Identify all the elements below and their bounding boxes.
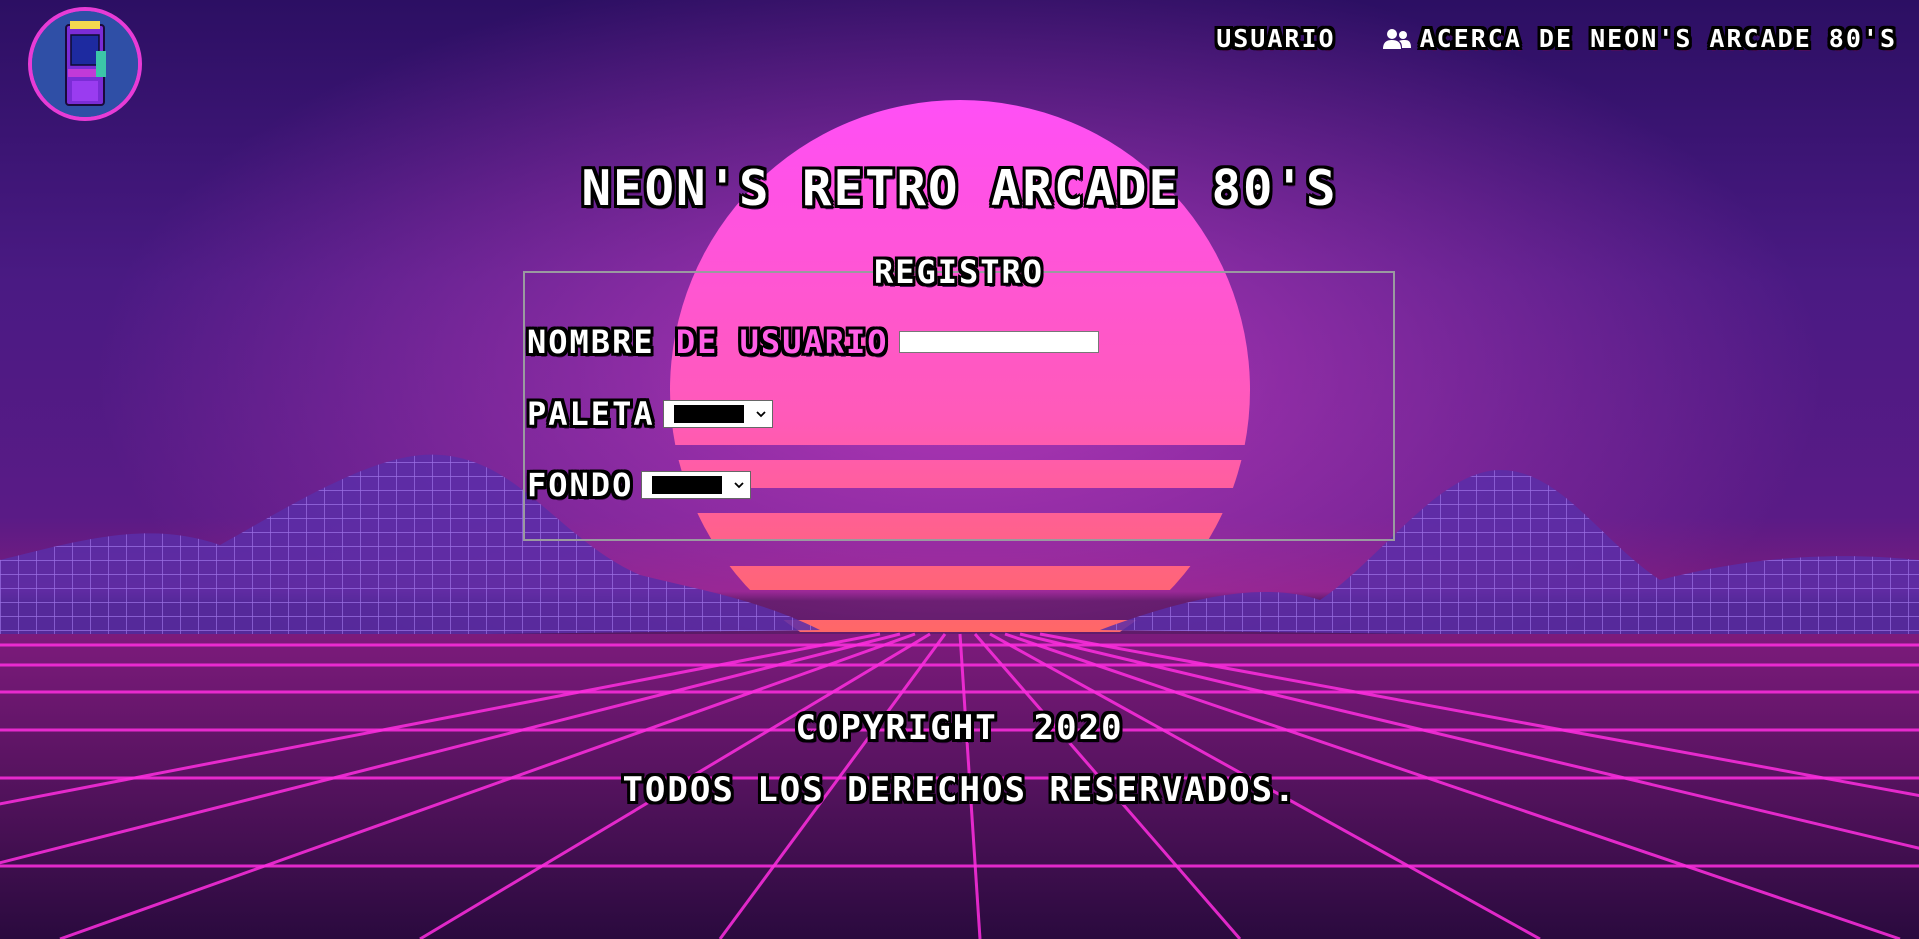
registration-form: REGISTRO NOMBRE DE USUARIO PALETA FONDO [523,253,1395,541]
nav-user-link[interactable]: USUARIO [1216,24,1335,53]
chevron-down-icon [755,411,766,418]
username-row: NOMBRE DE USUARIO [527,323,1099,361]
nav-user-label: USUARIO [1216,24,1336,53]
background-label: FONDO [527,466,634,504]
palette-label: PALETA [527,395,655,433]
legend-text: REGISTRO [873,253,1045,291]
page-title: NEON'S RETRO ARCADE 80'S [581,160,1338,217]
background-row: FONDO [527,466,752,504]
footer-copyright: COPYRIGHT 2020 [0,708,1919,748]
username-label-part1: NOMBRE [527,323,676,361]
nav-about-link[interactable]: ACERCA DE NEON'S ARCADE 80'S [1382,24,1897,53]
arcade-logo[interactable] [28,7,142,121]
palette-select[interactable] [662,400,773,428]
nav-about-label: ACERCA DE NEON'S ARCADE 80'S [1419,24,1897,53]
arcade-cabinet-icon [32,11,138,117]
username-input[interactable] [898,331,1099,353]
form-legend: REGISTRO [525,253,1393,291]
chevron-down-icon [734,482,744,489]
palette-row: PALETA [527,395,773,433]
copyright-year: 2020 [1033,708,1124,748]
username-label-part2: DE USUARIO [675,323,889,361]
username-label: NOMBRE DE USUARIO [527,323,889,361]
copyright-label: COPYRIGHT [795,708,998,748]
top-nav: USUARIO ACERCA DE NEON'S ARCADE 80'S [1216,24,1897,53]
footer-rights: TODOS LOS DERECHOS RESERVADOS. [622,770,1297,810]
palette-swatch [673,405,744,423]
background-select[interactable] [641,471,752,499]
users-icon [1382,28,1411,49]
background-swatch [652,476,723,494]
